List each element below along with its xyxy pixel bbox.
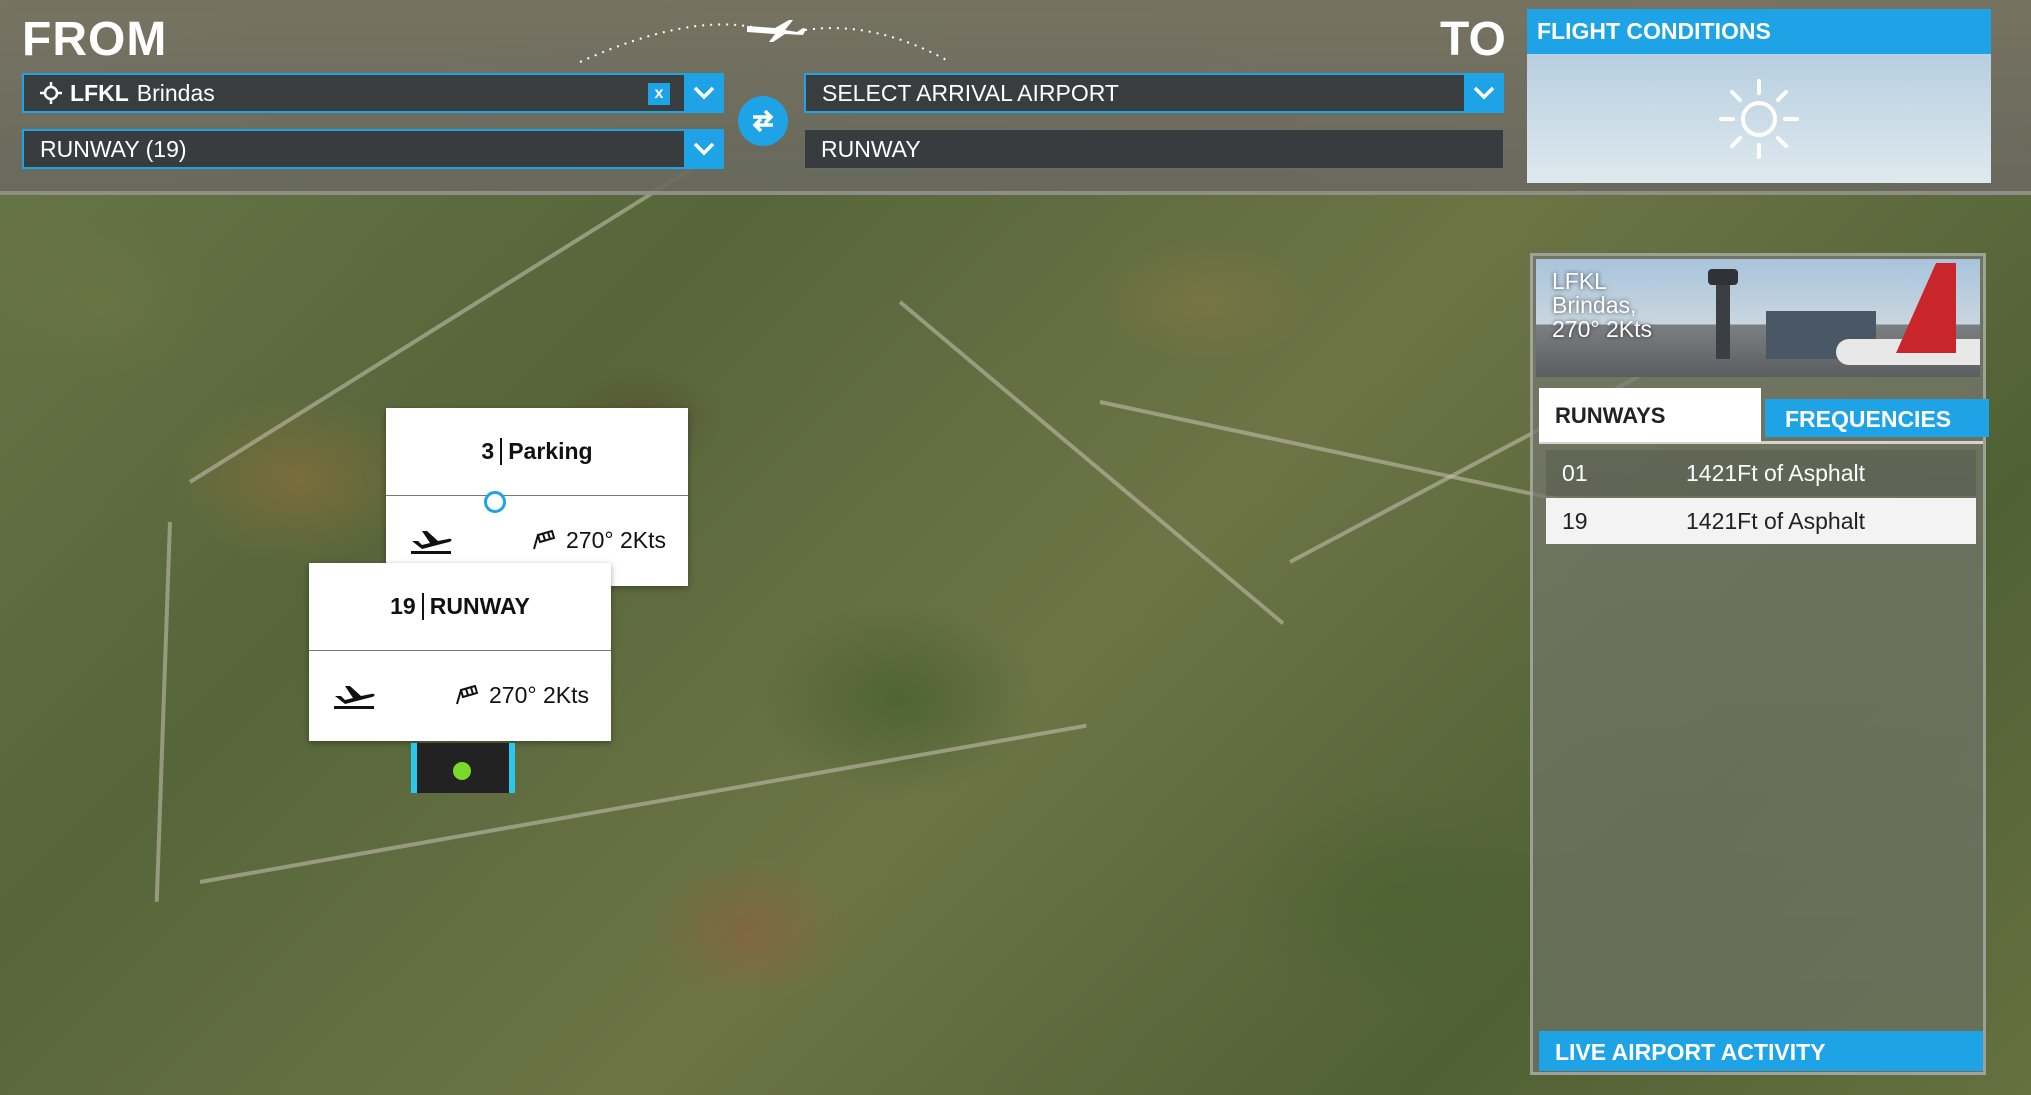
from-title: FROM xyxy=(22,13,168,66)
arrival-airport-select[interactable]: SELECT ARRIVAL AIRPORT xyxy=(804,73,1504,113)
tabs-divider xyxy=(1539,441,1983,444)
map-road xyxy=(898,300,1285,625)
panel-tabs: RUNWAYS FREQUENCIES xyxy=(1539,384,1989,442)
parking-popup-title: 3 Parking xyxy=(386,408,688,496)
location-target-icon xyxy=(40,82,62,104)
wind-value: 270° 2Kts xyxy=(489,681,589,708)
chevron-down-icon[interactable] xyxy=(684,129,724,169)
flight-conditions-panel[interactable]: FLIGHT CONDITIONS xyxy=(1527,9,1991,183)
parking-popup[interactable]: 3 Parking 270° 2Kts xyxy=(386,408,688,586)
windsock-icon xyxy=(533,530,556,550)
clear-departure-button[interactable]: x xyxy=(648,83,670,105)
runway-start-marker[interactable] xyxy=(411,743,515,793)
departure-airport-select[interactable]: LFKL Brindas x xyxy=(22,73,724,113)
parking-label: Parking xyxy=(508,438,593,464)
map-road xyxy=(1099,400,1590,508)
runway-id: 19 xyxy=(1562,507,1588,534)
arrival-runway-select[interactable]: RUNWAY xyxy=(804,129,1504,169)
runway-label: RUNWAY xyxy=(429,593,530,619)
departure-plane-icon xyxy=(411,531,452,554)
airport-image-name: Brindas, xyxy=(1552,292,1637,318)
departure-runway-value: RUNWAY (19) xyxy=(40,135,187,162)
airport-image-code: LFKL xyxy=(1552,268,1607,294)
runway-number: 19 xyxy=(390,593,424,620)
airport-info-panel: LFKL Brindas, 270° 2Kts RUNWAYS FREQUENC… xyxy=(1530,253,1989,1075)
chevron-down-icon[interactable] xyxy=(1464,73,1504,113)
parking-number: 3 xyxy=(481,438,503,465)
runway-id: 01 xyxy=(1562,459,1588,486)
start-position-dot xyxy=(453,762,471,780)
runway-popup-title: 19 RUNWAY xyxy=(309,563,611,651)
airplane-icon xyxy=(747,20,806,42)
sun-icon xyxy=(1719,78,1799,159)
runway-popup-info: 270° 2Kts xyxy=(309,651,611,739)
wind-value: 270° 2Kts xyxy=(566,526,666,553)
live-airport-activity-button[interactable]: LIVE AIRPORT ACTIVITY xyxy=(1539,1031,1983,1071)
aircraft-tail-graphic xyxy=(1896,263,1956,353)
control-tower-graphic xyxy=(1708,269,1738,359)
arrival-airport-placeholder: SELECT ARRIVAL AIRPORT xyxy=(822,79,1119,106)
parking-pin[interactable] xyxy=(484,491,506,513)
departure-airport-code: LFKL xyxy=(70,79,129,106)
runway-list-item[interactable]: 01 1421Ft of Asphalt xyxy=(1546,450,1976,496)
chevron-down-icon[interactable] xyxy=(684,73,724,113)
weather-preview[interactable] xyxy=(1527,54,1991,183)
swap-arrows-icon xyxy=(752,109,774,133)
map-road xyxy=(154,521,172,902)
wind-info: 270° 2Kts xyxy=(532,527,666,554)
to-title: TO xyxy=(1440,13,1506,66)
departure-plane-icon xyxy=(334,686,375,709)
windsock-icon xyxy=(456,685,479,705)
wind-info: 270° 2Kts xyxy=(455,682,589,709)
swap-airports-button[interactable] xyxy=(738,96,788,146)
runway-list-item[interactable]: 19 1421Ft of Asphalt xyxy=(1546,498,1976,544)
tab-frequencies[interactable]: FREQUENCIES xyxy=(1765,399,1989,437)
airport-image-caption: LFKL Brindas, 270° 2Kts xyxy=(1552,269,1652,341)
flight-path-graphic xyxy=(579,20,951,63)
flight-conditions-title: FLIGHT CONDITIONS xyxy=(1527,9,1991,54)
tab-runways[interactable]: RUNWAYS xyxy=(1539,388,1761,442)
runway-popup[interactable]: 19 RUNWAY 270° 2Kts xyxy=(309,563,611,741)
runway-description: 1421Ft of Asphalt xyxy=(1686,459,1866,486)
departure-runway-select[interactable]: RUNWAY (19) xyxy=(22,129,724,169)
airport-image-wind: 270° 2Kts xyxy=(1552,316,1652,342)
airport-image: LFKL Brindas, 270° 2Kts xyxy=(1536,259,1980,377)
map-road xyxy=(199,723,1087,884)
runway-description: 1421Ft of Asphalt xyxy=(1686,507,1866,534)
arrival-runway-value: RUNWAY xyxy=(821,135,921,162)
departure-airport-name: Brindas xyxy=(136,79,215,106)
